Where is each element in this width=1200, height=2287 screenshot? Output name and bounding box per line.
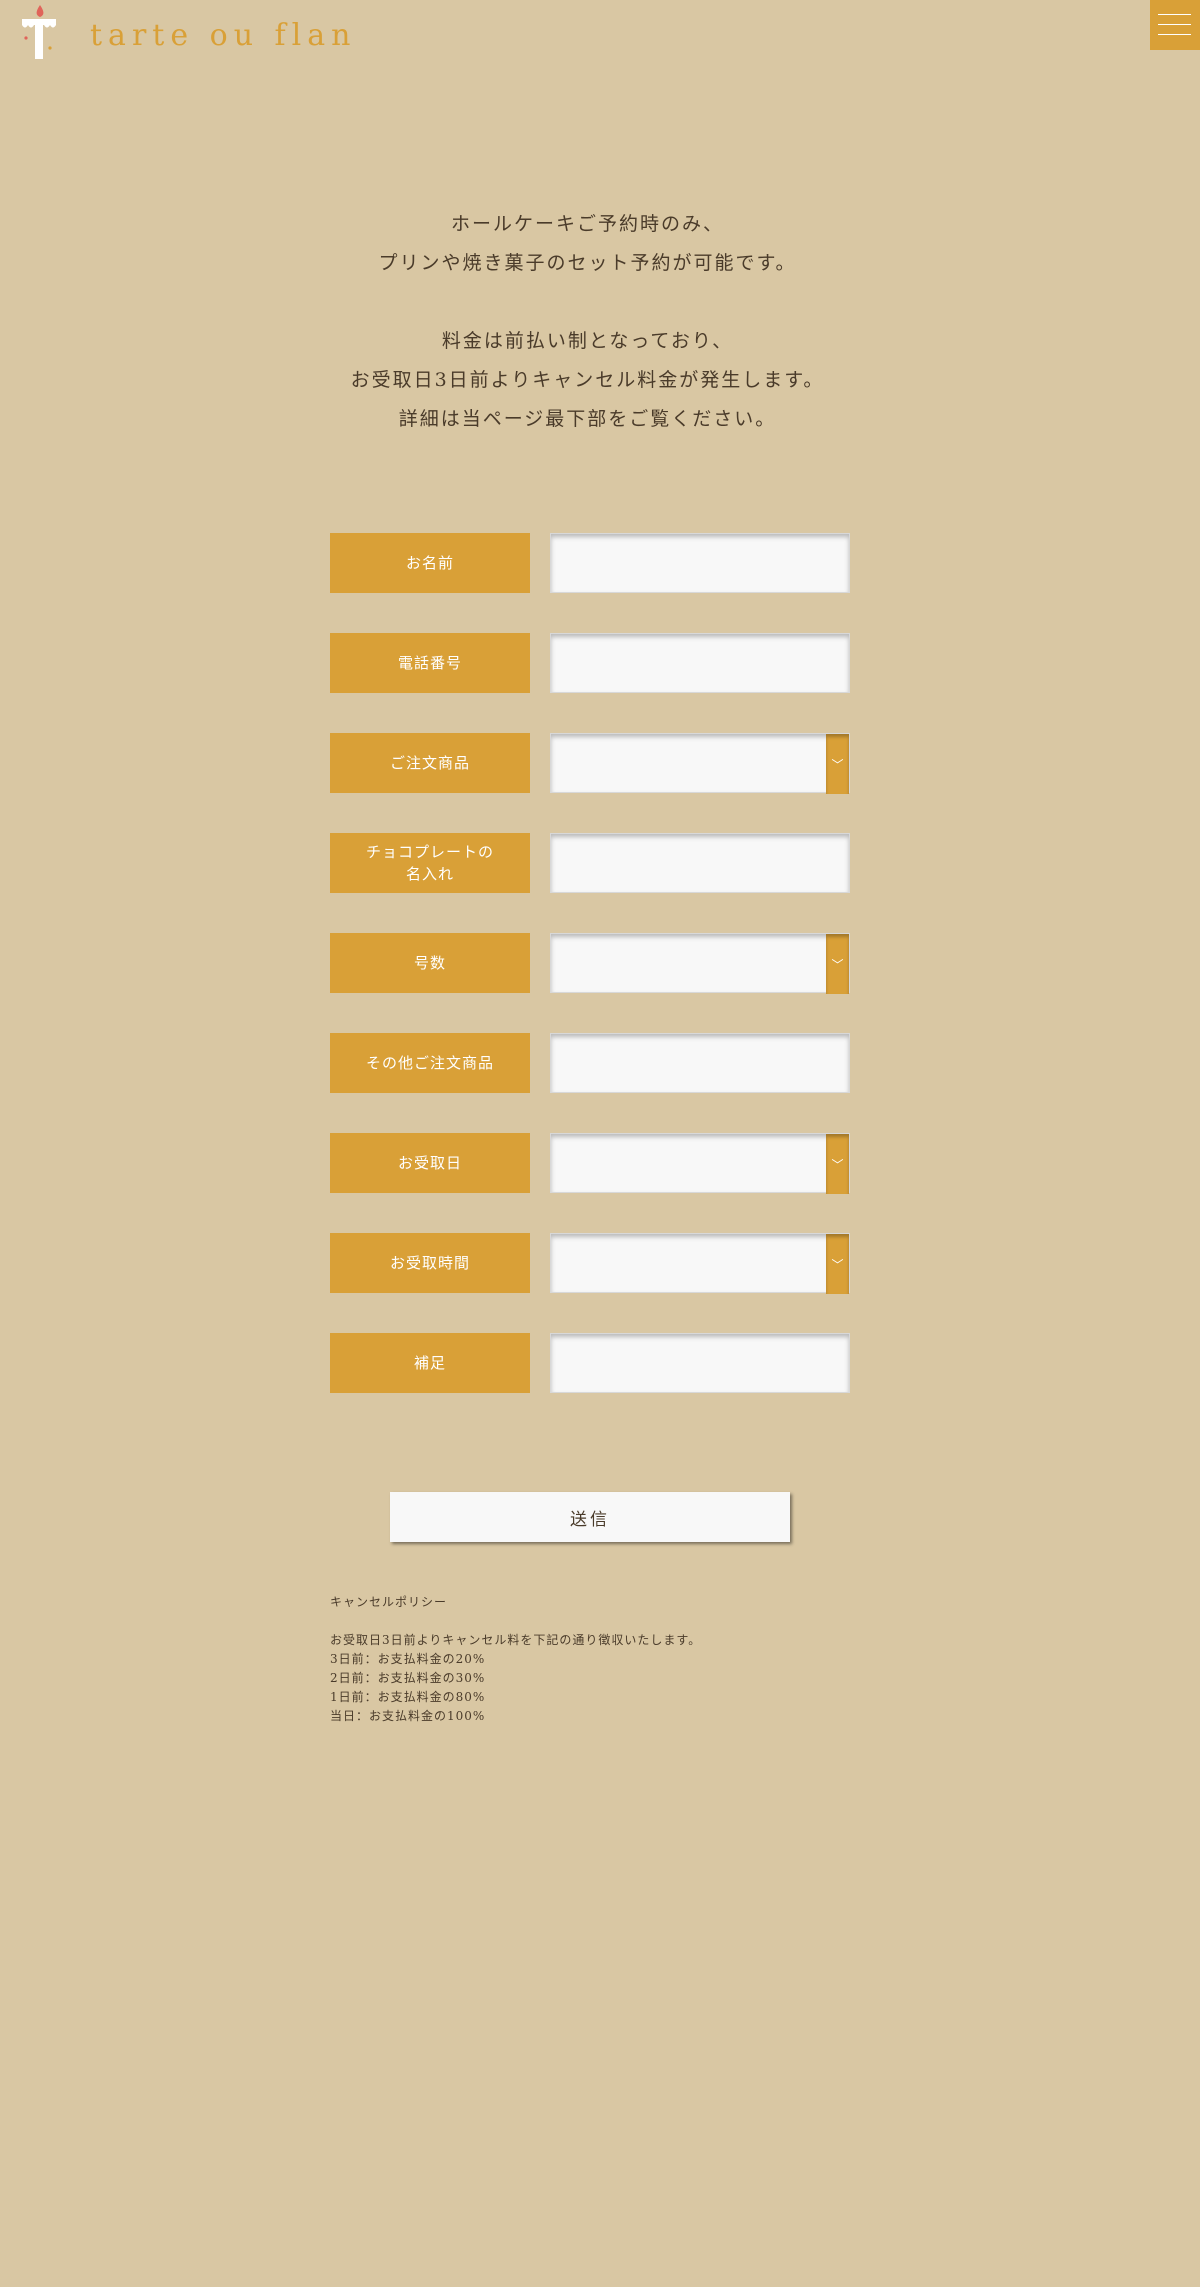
hamburger-menu-icon <box>1158 14 1191 15</box>
chevron-down-icon[interactable]: ﹀ <box>826 1234 849 1294</box>
intro-text: ホールケーキご予約時のみ、 プリンや焼き菓子のセット予約が可能です。 料金は前払… <box>0 205 1175 439</box>
form-row-name: お名前 <box>330 533 850 593</box>
site-logo[interactable]: tarte ou flan <box>20 2 356 62</box>
pickup-date-select[interactable]: ﹀ <box>550 1133 850 1194</box>
cancellation-policy: キャンセルポリシー お受取日3日前よりキャンセル料を下記の通り徴収いたします。 … <box>330 1593 870 1726</box>
policy-line: 当日：お支払料金の100% <box>330 1709 486 1723</box>
chocolate-plate-label-line1: チョコプレートの <box>365 843 494 861</box>
pickup-date-label: お受取日 <box>330 1133 530 1193</box>
intro-line: ホールケーキご予約時のみ、 <box>450 213 724 235</box>
other-items-input[interactable] <box>550 1033 850 1093</box>
size-select[interactable]: ﹀ <box>550 933 850 994</box>
intro-line: お受取日3日前よりキャンセル料金が発生します。 <box>350 369 825 391</box>
form-row-other-items: その他ご注文商品 <box>330 1033 850 1093</box>
pickup-time-label: お受取時間 <box>330 1233 530 1293</box>
notes-input[interactable] <box>550 1333 850 1393</box>
form-row-size: 号数 ﹀ <box>330 933 850 994</box>
logo-candle-icon <box>20 3 60 61</box>
chevron-down-icon[interactable]: ﹀ <box>826 1134 849 1194</box>
form-row-order-item: ご注文商品 ﹀ <box>330 733 850 794</box>
other-items-label: その他ご注文商品 <box>330 1033 530 1093</box>
chevron-down-icon[interactable]: ﹀ <box>826 734 849 794</box>
chocolate-plate-label-line2: 名入れ <box>405 865 454 883</box>
form-row-phone: 電話番号 <box>330 633 850 693</box>
hamburger-menu-icon <box>1158 34 1191 35</box>
hamburger-menu-icon <box>1158 24 1191 25</box>
intro-line: 詳細は当ページ最下部をご覧ください。 <box>398 408 777 430</box>
policy-line: お受取日3日前よりキャンセル料を下記の通り徴収いたします。 <box>330 1633 702 1647</box>
form-row-pickup-time: お受取時間 ﹀ <box>330 1233 850 1294</box>
chevron-down-icon[interactable]: ﹀ <box>826 934 849 994</box>
pickup-time-select[interactable]: ﹀ <box>550 1233 850 1294</box>
intro-line: プリンや焼き菓子のセット予約が可能です。 <box>378 252 797 274</box>
order-item-label: ご注文商品 <box>330 733 530 793</box>
policy-line: 1日前：お支払料金の80% <box>330 1690 486 1704</box>
form-row-chocolate-plate: チョコプレートの 名入れ <box>330 833 850 893</box>
submit-button[interactable]: 送信 <box>390 1492 790 1542</box>
form-row-notes: 補足 <box>330 1333 850 1393</box>
hamburger-menu-button[interactable] <box>1150 0 1200 50</box>
logo-wordmark: tarte ou flan <box>90 17 357 53</box>
chocolate-plate-label: チョコプレートの 名入れ <box>330 833 530 893</box>
policy-line: 3日前：お支払料金の20% <box>330 1652 486 1666</box>
chocolate-plate-input[interactable] <box>550 833 850 893</box>
form-row-pickup-date: お受取日 ﹀ <box>330 1133 850 1194</box>
phone-input[interactable] <box>550 633 850 693</box>
name-label: お名前 <box>330 533 530 593</box>
intro-line: 料金は前払い制となっており、 <box>441 330 734 352</box>
policy-title: キャンセルポリシー <box>330 1595 448 1609</box>
name-input[interactable] <box>550 533 850 593</box>
phone-label: 電話番号 <box>330 633 530 693</box>
policy-line: 2日前：お支払料金の30% <box>330 1671 486 1685</box>
size-label: 号数 <box>330 933 530 993</box>
order-item-select[interactable]: ﹀ <box>550 733 850 794</box>
notes-label: 補足 <box>330 1333 530 1393</box>
